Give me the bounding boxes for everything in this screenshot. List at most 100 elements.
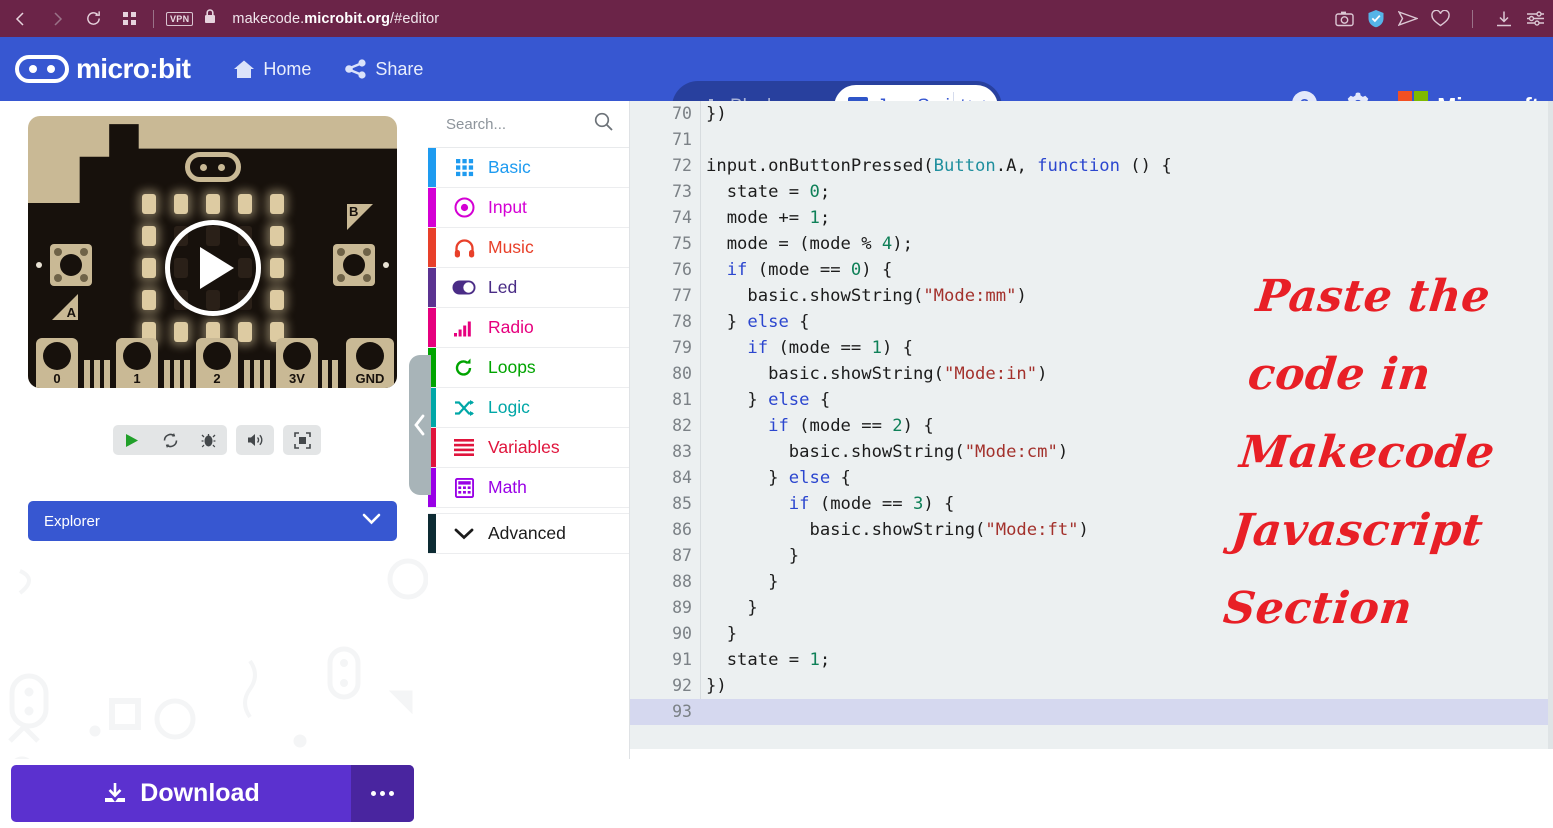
line-number: 93	[630, 699, 692, 725]
code-text: basic.showString("Mode:cm")	[706, 439, 1068, 465]
toolbox-category-basic[interactable]: Basic	[428, 148, 629, 188]
restart-icon	[162, 432, 179, 449]
mute-button[interactable]	[236, 425, 274, 455]
reload-button[interactable]	[78, 4, 108, 34]
code-text: } else {	[706, 465, 851, 491]
line-number: 82	[630, 413, 692, 439]
debug-button[interactable]	[189, 425, 227, 455]
run-button[interactable]	[113, 425, 151, 455]
makecode-editor-page: VPN makecode.microbit.org/#editor	[0, 0, 1553, 828]
code-text: if (mode == 1) {	[706, 335, 913, 361]
forward-button[interactable]	[42, 4, 72, 34]
board-button-b[interactable]	[333, 244, 375, 286]
board-button-a[interactable]	[50, 244, 92, 286]
headphones-icon	[452, 238, 476, 258]
download-label: Download	[140, 779, 259, 808]
settings-sliders-icon[interactable]	[1526, 10, 1545, 27]
code-line[interactable]: 71	[630, 127, 1553, 153]
pin-1[interactable]: 1	[116, 338, 158, 388]
heart-icon[interactable]	[1431, 10, 1450, 27]
address-bar[interactable]: makecode.microbit.org/#editor	[232, 11, 439, 27]
toolbox-category-input[interactable]: Input	[428, 188, 629, 228]
send-icon[interactable]	[1398, 10, 1418, 27]
simulator-play-overlay[interactable]	[165, 220, 261, 316]
vpn-badge[interactable]: VPN	[166, 12, 193, 26]
back-button[interactable]	[6, 4, 36, 34]
toolbar-divider	[153, 10, 154, 28]
code-line[interactable]: 75 mode = (mode % 4);	[630, 231, 1553, 257]
reload-icon	[85, 10, 102, 27]
code-text: })	[706, 673, 727, 699]
shield-check-icon[interactable]	[1367, 9, 1385, 28]
lines-icon	[452, 439, 476, 456]
chevron-down-icon[interactable]	[362, 512, 381, 530]
code-text: input.onButtonPressed(Button.A, function…	[706, 153, 1172, 179]
actions-divider	[1472, 10, 1473, 28]
toolbox-category-radio[interactable]: Radio	[428, 308, 629, 348]
toolbox-search[interactable]: Search...	[428, 101, 629, 148]
code-text: basic.showString("Mode:ft")	[706, 517, 1089, 543]
code-line[interactable]: 93	[630, 699, 1553, 725]
code-line[interactable]: 92})	[630, 673, 1553, 699]
code-text: if (mode == 0) {	[706, 257, 892, 283]
download-icon[interactable]	[1495, 10, 1513, 28]
camera-icon[interactable]	[1335, 10, 1354, 27]
line-number: 79	[630, 335, 692, 361]
code-line[interactable]: 74 mode += 1;	[630, 205, 1553, 231]
code-line[interactable]: 70})	[630, 101, 1553, 127]
tabs-button[interactable]	[114, 4, 144, 34]
annotation-line: Javascript	[1228, 492, 1536, 570]
home-label: Home	[263, 59, 311, 80]
editor-scrollbar[interactable]	[1548, 101, 1553, 749]
category-color-strip	[428, 148, 436, 187]
annotation-line: Makecode	[1236, 414, 1544, 492]
line-number: 73	[630, 179, 692, 205]
line-number: 72	[630, 153, 692, 179]
toolbox-category-math[interactable]: Math	[428, 468, 629, 508]
toolbox-category-led[interactable]: Led	[428, 268, 629, 308]
code-line[interactable]: 72 input.onButtonPressed(Button.A, functi…	[630, 153, 1553, 179]
search-icon[interactable]	[594, 112, 613, 136]
toolbox-category-logic[interactable]: Logic	[428, 388, 629, 428]
code-line[interactable]: 73 state = 0;	[630, 179, 1553, 205]
toolbox-category-advanced[interactable]: Advanced	[428, 514, 629, 554]
code-text: state = 0;	[706, 179, 830, 205]
share-link[interactable]: Share	[345, 59, 423, 80]
download-button[interactable]: Download	[11, 765, 414, 822]
code-text: state = 1;	[706, 647, 830, 673]
code-line[interactable]: 91 state = 1;	[630, 647, 1553, 673]
pin-0[interactable]: 0	[36, 338, 78, 388]
fullscreen-button[interactable]	[283, 425, 321, 455]
annotation-line: Paste the	[1252, 258, 1553, 336]
sim-control-group-fullscreen	[283, 425, 321, 455]
loop-arrow-icon	[452, 358, 476, 378]
play-icon	[125, 433, 139, 448]
pin-2-label: 2	[213, 371, 220, 386]
microbit-logo[interactable]: micro:bit	[15, 53, 190, 85]
category-color-strip	[428, 514, 436, 553]
toolbox-category-music[interactable]: Music	[428, 228, 629, 268]
sim-control-group-audio	[236, 425, 274, 455]
sim-control-group-left	[113, 425, 227, 455]
toolbox-collapse-handle[interactable]	[409, 355, 431, 495]
download-more-button[interactable]	[351, 765, 414, 822]
category-label: Led	[488, 277, 517, 298]
pin-gnd[interactable]: GND	[346, 338, 394, 388]
line-number: 83	[630, 439, 692, 465]
download-button-main[interactable]: Download	[11, 779, 351, 808]
microbit-simulator-board[interactable]: A B 0 1 2 3V GND	[28, 116, 397, 388]
code-text: } else {	[706, 387, 830, 413]
pin-3v[interactable]: 3V	[276, 338, 318, 388]
search-placeholder: Search...	[446, 116, 506, 133]
line-number: 87	[630, 543, 692, 569]
line-number: 88	[630, 569, 692, 595]
toolbox-category-loops[interactable]: Loops	[428, 348, 629, 388]
explorer-panel-header[interactable]: Explorer	[28, 501, 397, 541]
home-link[interactable]: Home	[233, 59, 311, 80]
line-number: 91	[630, 647, 692, 673]
board-pin-row: 0 1 2 3V GND	[28, 336, 397, 388]
toolbox-category-variables[interactable]: Variables	[428, 428, 629, 468]
pin-2[interactable]: 2	[196, 338, 238, 388]
restart-button[interactable]	[151, 425, 189, 455]
line-number: 71	[630, 127, 692, 153]
